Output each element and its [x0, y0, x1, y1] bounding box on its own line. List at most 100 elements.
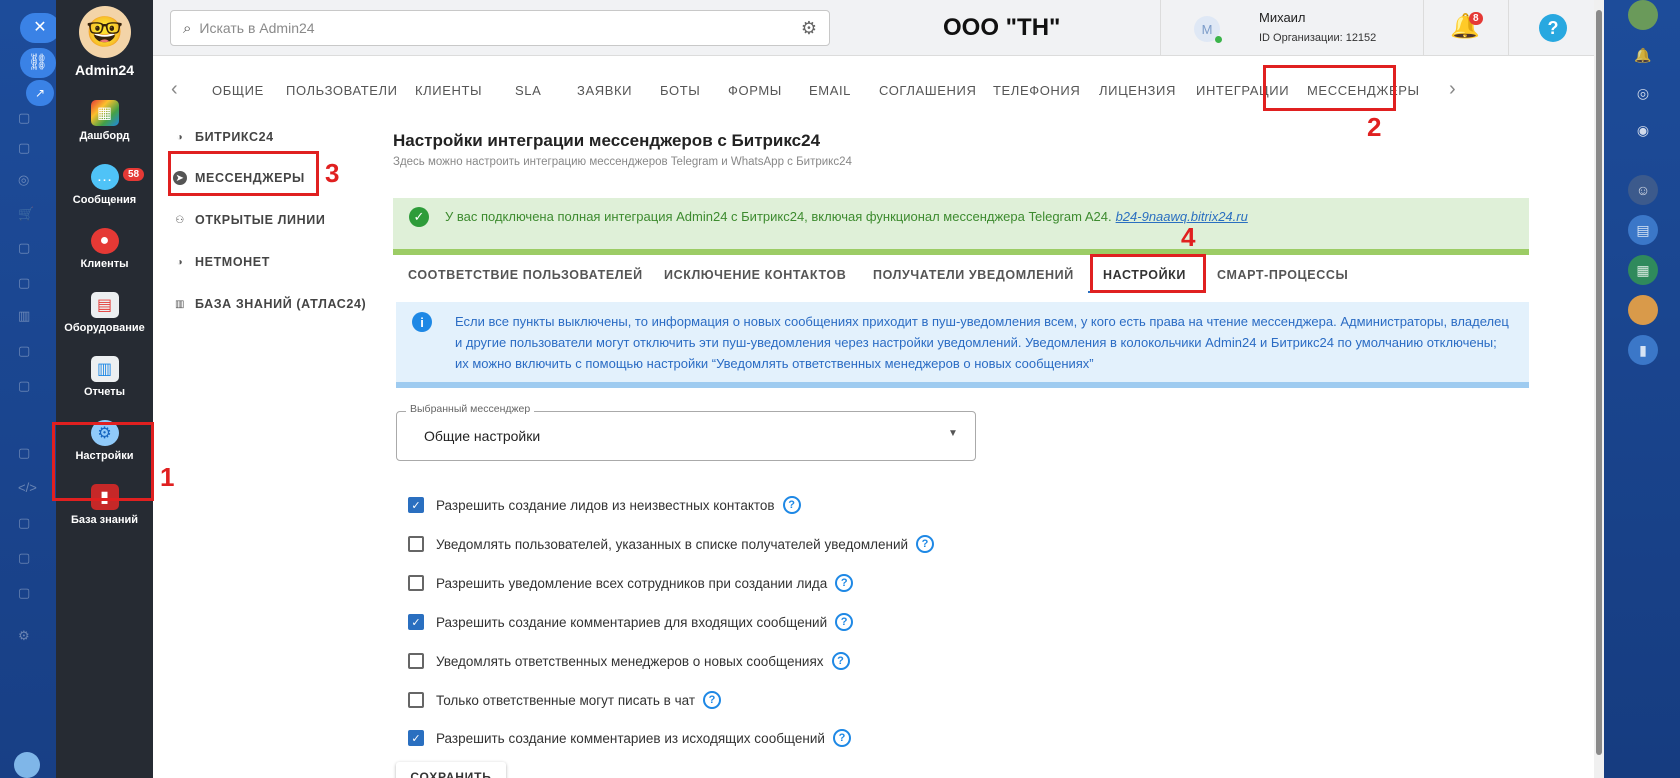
- group-chat-icon[interactable]: ▦: [1628, 255, 1658, 285]
- bitrix-menu-icon[interactable]: ▢: [18, 140, 30, 156]
- org-id: ID Организации: 12152: [1259, 32, 1377, 44]
- sidebar-item-dashboard[interactable]: ▦ Дашборд: [56, 96, 153, 164]
- tab-sla[interactable]: SLA: [515, 83, 541, 98]
- checkbox[interactable]: ✓: [408, 497, 424, 513]
- tab-forms[interactable]: ФОРМЫ: [728, 83, 782, 98]
- pulse-icon[interactable]: ◎: [1628, 78, 1658, 108]
- bitrix-menu-icon[interactable]: ▢: [18, 240, 30, 256]
- checkbox[interactable]: [408, 692, 424, 708]
- link-icon[interactable]: ⛓: [20, 48, 56, 78]
- tab-general[interactable]: ОБЩИЕ: [212, 83, 264, 98]
- external-link-icon[interactable]: ↗: [26, 80, 54, 106]
- option-row: ✓ Разрешить создание комментариев из исх…: [408, 728, 851, 748]
- contact-avatar[interactable]: [1628, 295, 1658, 325]
- chevron-left-icon[interactable]: ‹: [171, 78, 178, 101]
- notification-badge: 8: [1469, 12, 1483, 25]
- online-status-icon: [1215, 36, 1222, 43]
- bitrix-right-panel: 🔔 ◎ ◉ ☺ ▤ ▦ ▮: [1594, 0, 1680, 778]
- subnav-item-knowledge-base[interactable]: ▥ БАЗА ЗНАНИЙ (АТЛАС24): [173, 294, 366, 314]
- tab-agreements[interactable]: СОГЛАШЕНИЯ: [879, 83, 976, 98]
- option-row: Уведомлять ответственных менеджеров о но…: [408, 651, 850, 671]
- option-row: ✓ Разрешить создание лидов из неизвестны…: [408, 495, 801, 515]
- help-icon[interactable]: ?: [832, 729, 851, 747]
- chat-channel-icon[interactable]: ▤: [1628, 215, 1658, 245]
- search-icon: ⌕: [183, 19, 192, 37]
- help-icon[interactable]: ?: [835, 613, 854, 631]
- messages-icon: …: [90, 164, 119, 190]
- bitrix-menu-icon[interactable]: ▢: [18, 343, 30, 359]
- sidebar-item-clients[interactable]: ● Клиенты: [56, 224, 153, 292]
- tab-user-mapping[interactable]: СООТВЕТСТВИЕ ПОЛЬЗОВАТЕЛЕЙ: [408, 268, 643, 282]
- tab-notification-recipients[interactable]: ПОЛУЧАТЕЛИ УВЕДОМЛЕНИЙ: [873, 268, 1074, 282]
- checkbox[interactable]: [408, 536, 424, 552]
- subnav-label: БИТРИКС24: [195, 130, 274, 144]
- bitrix-menu-icon[interactable]: ▢: [18, 110, 30, 126]
- admin24-logo: 🤓: [79, 6, 131, 58]
- help-icon[interactable]: ?: [703, 691, 721, 709]
- chevron-right-icon[interactable]: ›: [1449, 78, 1456, 101]
- scrollbar-thumb[interactable]: [1596, 10, 1602, 755]
- tab-contact-exclusion[interactable]: ИСКЛЮЧЕНИЕ КОНТАКТОВ: [664, 268, 846, 282]
- tab-clients[interactable]: КЛИЕНТЫ: [415, 83, 482, 98]
- option-label: Уведомлять ответственных менеджеров о но…: [436, 653, 824, 669]
- notification-bell-icon[interactable]: 🔔: [1628, 40, 1658, 70]
- help-icon[interactable]: ?: [782, 496, 801, 514]
- checkbox[interactable]: ✓: [408, 614, 424, 630]
- gear-icon[interactable]: ⚙: [801, 18, 817, 39]
- subnav-item-netmonet[interactable]: ◑ НЕТМОНЕТ: [173, 252, 270, 272]
- bitrix-menu-icon[interactable]: ▢: [18, 445, 30, 461]
- tab-smart-processes[interactable]: СМАРТ-ПРОЦЕССЫ: [1217, 268, 1348, 282]
- checkbox[interactable]: ✓: [408, 730, 424, 746]
- bookmark-icon[interactable]: ▮: [1628, 335, 1658, 365]
- bitrix-menu-icon[interactable]: </>: [18, 480, 37, 495]
- bitrix-menu-icon[interactable]: ▢: [18, 378, 30, 394]
- bitrix-menu-icon[interactable]: ▢: [18, 550, 30, 566]
- tab-tickets[interactable]: ЗАЯВКИ: [577, 83, 632, 98]
- subnav-item-open-lines[interactable]: ⚇ ОТКРЫТЫЕ ЛИНИИ: [173, 210, 325, 230]
- success-alert: ✓ У вас подключена полная интеграция Adm…: [393, 198, 1529, 255]
- option-row: Только ответственные могут писать в чат …: [408, 690, 721, 710]
- search-input[interactable]: ⌕ Искать в Admin24 ⚙: [170, 10, 830, 46]
- subnav-label: НЕТМОНЕТ: [195, 255, 270, 269]
- help-icon[interactable]: ?: [1539, 14, 1567, 42]
- bitrix-menu-icon[interactable]: ⚙: [18, 628, 30, 644]
- bitrix-menu-icon[interactable]: ▥: [18, 308, 30, 324]
- tab-license[interactable]: ЛИЦЕНЗИЯ: [1099, 83, 1176, 98]
- subnav-item-bitrix24[interactable]: ◑ БИТРИКС24: [173, 127, 274, 147]
- tab-users[interactable]: ПОЛЬЗОВАТЕЛИ: [286, 83, 398, 98]
- company-name: ООО "ТН": [943, 14, 1061, 41]
- success-message: У вас подключена полная интеграция Admin…: [445, 209, 1112, 224]
- select-value: Общие настройки: [424, 428, 541, 444]
- chat-icon[interactable]: ◉: [1628, 115, 1658, 145]
- sidebar-item-label: Дашборд: [79, 130, 130, 142]
- user-name[interactable]: Михаил: [1259, 10, 1306, 25]
- option-label: Разрешить создание комментариев из исход…: [436, 730, 825, 746]
- close-icon[interactable]: ✕: [20, 13, 60, 43]
- checkbox[interactable]: [408, 653, 424, 669]
- dropdown-caret-icon[interactable]: ▼: [948, 428, 958, 439]
- bitrix-menu-icon[interactable]: 🛒: [18, 206, 34, 222]
- help-icon[interactable]: ?: [835, 574, 854, 592]
- profile-avatar-icon[interactable]: [1628, 0, 1658, 30]
- admin24-bot-avatar[interactable]: ☺: [1628, 175, 1658, 205]
- tab-telephony[interactable]: ТЕЛЕФОНИЯ: [993, 83, 1080, 98]
- bitrix-menu-icon[interactable]: ▢: [18, 515, 30, 531]
- divider: [1423, 0, 1424, 56]
- bitrix-menu-icon[interactable]: ▢: [18, 275, 30, 291]
- sidebar-item-messages[interactable]: … Сообщения 58: [56, 160, 153, 228]
- tab-bots[interactable]: БОТЫ: [660, 83, 700, 98]
- info-icon: i: [412, 312, 432, 332]
- checkbox[interactable]: [408, 575, 424, 591]
- brand-name: Admin24: [74, 62, 135, 78]
- annotation-number: 2: [1367, 112, 1382, 142]
- sidebar-item-equipment[interactable]: ▤ Оборудование: [56, 288, 153, 356]
- help-icon[interactable]: ?: [831, 652, 850, 670]
- avatar[interactable]: М: [1194, 16, 1222, 43]
- help-icon[interactable]: ?: [916, 535, 935, 553]
- tab-email[interactable]: EMAIL: [809, 83, 851, 98]
- save-button[interactable]: СОХРАНИТЬ: [396, 762, 506, 778]
- bitrix-menu-icon[interactable]: ▢: [18, 585, 30, 601]
- user-avatar-icon[interactable]: [14, 752, 40, 778]
- sidebar-item-reports[interactable]: ▥ Отчеты: [56, 352, 153, 420]
- bitrix-menu-icon[interactable]: ◎: [18, 172, 29, 188]
